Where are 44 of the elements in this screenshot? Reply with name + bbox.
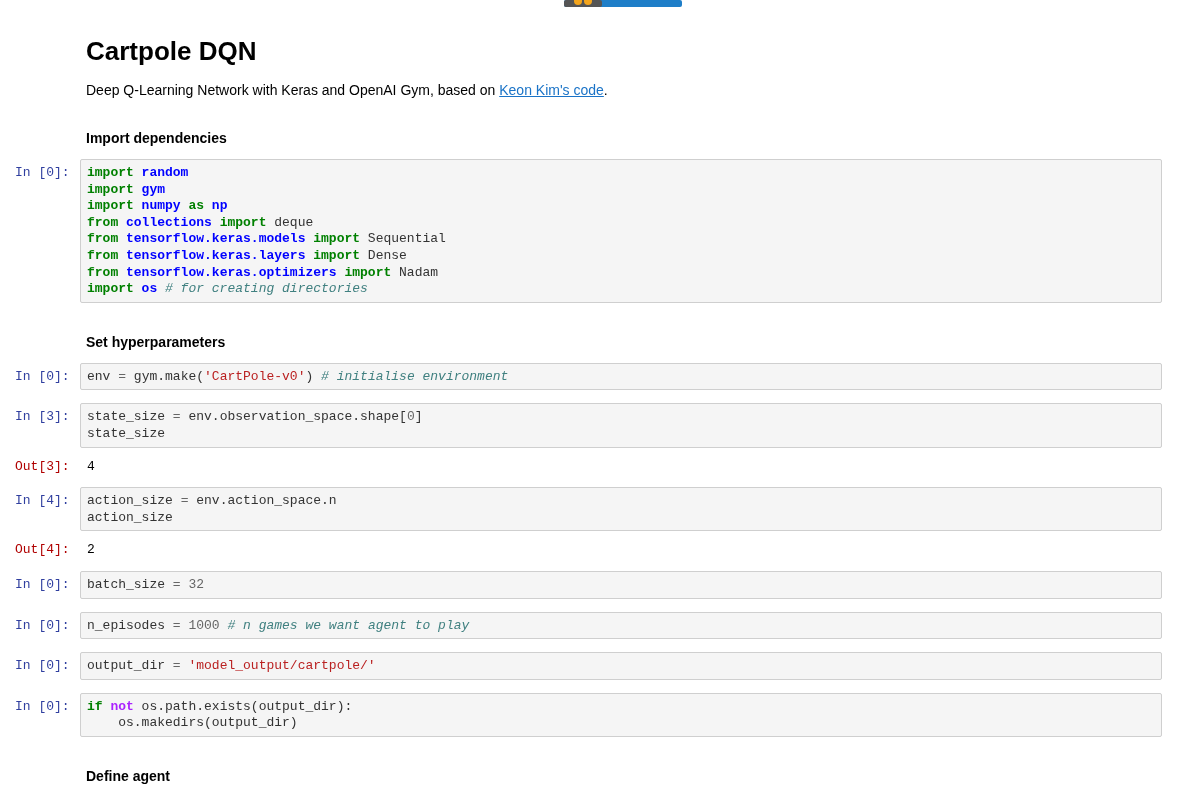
input-prompt: In [0]: bbox=[14, 164, 71, 182]
input-prompt: In [0]: bbox=[14, 697, 71, 716]
intro-paragraph: Deep Q-Learning Network with Keras and OpenAI Gym, based on Keon Kim's code. bbox=[86, 81, 609, 99]
output-prompt: Out[4]: bbox=[14, 542, 71, 559]
code-cell[interactable]: batch_size = 32 bbox=[80, 570, 1162, 599]
code-line: state_size = env.observation_space.shape[0] bbox=[87, 409, 424, 426]
code-cell[interactable]: output_dir = 'model_output/cartpole/' bbox=[80, 652, 1162, 680]
input-prompt: In [0]: bbox=[14, 616, 71, 635]
output-text: 2 bbox=[86, 542, 95, 559]
code-line: from tensorflow.keras.layers import Dense bbox=[87, 247, 408, 265]
input-prompt: In [0]: bbox=[14, 575, 71, 594]
notebook-title: Cartpole DQN bbox=[86, 36, 258, 66]
section-heading: Set hyperparameters bbox=[86, 332, 227, 351]
code-cell[interactable]: env = gym.make('CartPole-v0') # initialise environment bbox=[80, 362, 1162, 391]
code-line: import random bbox=[87, 165, 190, 182]
code-line: import os # for creating directories bbox=[87, 281, 369, 298]
code-line: from tensorflow.keras.optimizers import Nadam bbox=[87, 264, 440, 282]
code-line: os.makedirs(output_dir) bbox=[117, 715, 299, 732]
code-line: state_size bbox=[87, 425, 166, 443]
input-prompt: In [4]: bbox=[14, 492, 71, 510]
section-heading: Import dependencies bbox=[86, 129, 228, 147]
code-line: batch_size = 32 bbox=[87, 576, 206, 594]
code-line: if not os.path.exists(output_dir): bbox=[87, 698, 354, 716]
output-prompt: Out[3]: bbox=[14, 458, 71, 476]
code-line: import numpy as np bbox=[87, 198, 229, 215]
section-heading: Define agent bbox=[86, 766, 171, 785]
code-cell[interactable]: if not os.path.exists(output_dir): os.makedirs(output_dir) bbox=[80, 692, 1162, 737]
code-line: action_size = env.action_space.n bbox=[87, 493, 338, 510]
input-prompt: In [0]: bbox=[14, 657, 71, 675]
input-prompt: In [3]: bbox=[14, 408, 71, 426]
code-line: output_dir = 'model_output/cartpole/' bbox=[87, 658, 377, 675]
code-cell[interactable]: state_size = env.observation_space.shape[0] state_size bbox=[80, 403, 1162, 448]
code-line: action_size bbox=[87, 509, 174, 527]
code-cell[interactable]: n_episodes = 1000 # n games we want agent to play bbox=[80, 611, 1162, 640]
code-line: env = gym.make('CartPole-v0') # initialise environment bbox=[87, 368, 510, 386]
input-prompt: In [0]: bbox=[14, 367, 71, 386]
code-line: from collections import deque bbox=[87, 214, 315, 232]
code-line: from tensorflow.keras.models import Sequential bbox=[87, 231, 447, 248]
code-line: import gym bbox=[87, 181, 166, 199]
code-line: n_episodes = 1000 # n games we want agent to play bbox=[87, 617, 471, 635]
code-link[interactable]: Keon Kim's code bbox=[499, 82, 604, 98]
code-cell[interactable] bbox=[80, 159, 1162, 303]
code-cell[interactable]: action_size = env.action_space.n action_size bbox=[80, 487, 1162, 532]
output-text: 4 bbox=[86, 458, 95, 476]
